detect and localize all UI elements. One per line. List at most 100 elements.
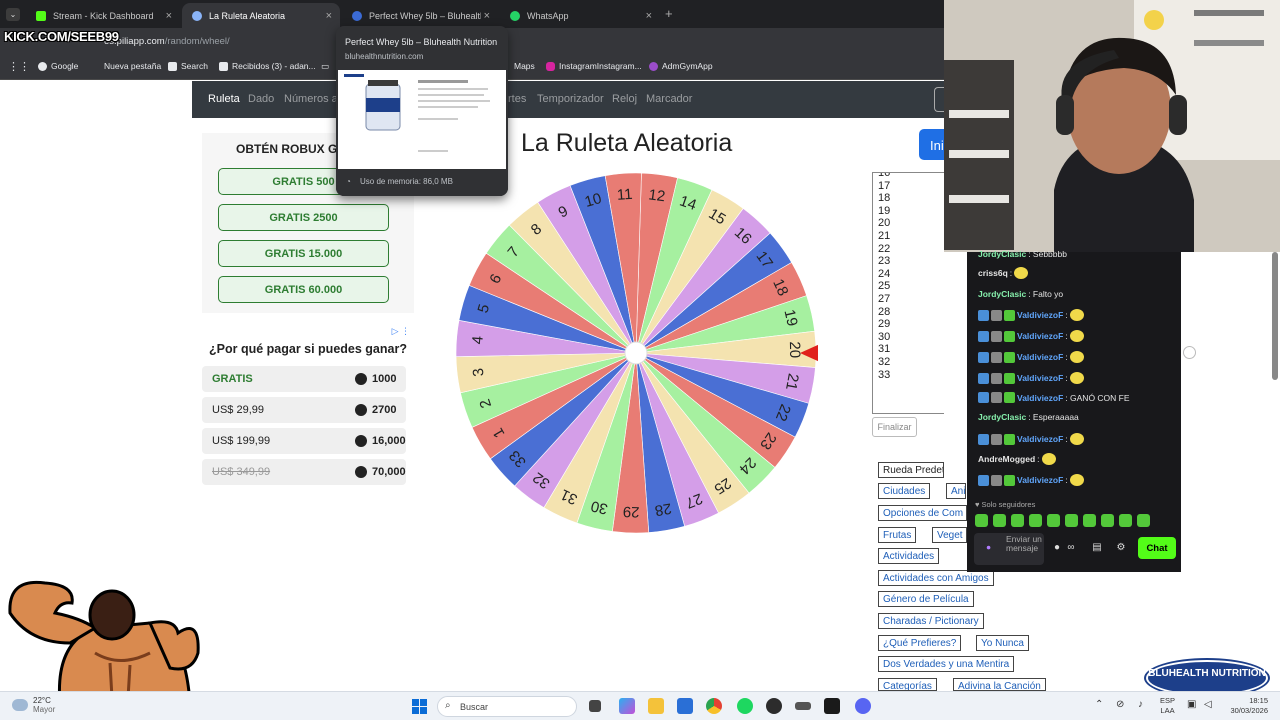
- tray-icon[interactable]: ⊘: [1116, 700, 1124, 710]
- emote-icon[interactable]: [1101, 514, 1114, 527]
- language-indicator[interactable]: ESP LAA: [1160, 696, 1175, 716]
- promo-button-15000[interactable]: GRATIS 15.000: [218, 240, 389, 267]
- microphone-icon[interactable]: ♪: [1138, 700, 1143, 710]
- chat-username[interactable]: ValdiviezoF: [1017, 331, 1063, 341]
- promo-button-60000[interactable]: GRATIS 60.000: [218, 276, 389, 303]
- random-wheel[interactable]: 12 14151617181920212223242527282930313233…: [454, 171, 818, 535]
- preset-adivina-cancion[interactable]: Adivina la Canción: [953, 678, 1046, 691]
- preset-que-prefieres[interactable]: ¿Qué Prefieres?: [878, 635, 962, 651]
- finalize-button[interactable]: Finalizar: [872, 417, 917, 437]
- emote-icon[interactable]: [1137, 514, 1150, 527]
- preset-frutas[interactable]: Frutas: [878, 527, 917, 543]
- bookmark-gmail[interactable]: Recibidos (3) - adan...: [219, 61, 316, 71]
- emote-icon[interactable]: [1029, 514, 1042, 527]
- scroll-indicator[interactable]: [1183, 346, 1196, 359]
- preset-heading[interactable]: Rueda Predetermi: [878, 462, 944, 478]
- chat-username[interactable]: ValdiviezoF: [1017, 310, 1063, 320]
- promo-button-2500[interactable]: GRATIS 2500: [218, 204, 389, 231]
- discord-icon[interactable]: [855, 698, 871, 714]
- chat-username[interactable]: JordyClasic: [978, 289, 1026, 299]
- start-button[interactable]: Inicio: [919, 129, 944, 160]
- emote-icon[interactable]: [975, 514, 988, 527]
- preset-genero-pelicula[interactable]: Género de Película: [878, 591, 974, 607]
- folder-icon[interactable]: ▭: [321, 61, 329, 72]
- tab-search-icon[interactable]: ⌄: [6, 8, 20, 21]
- ad-row[interactable]: US$ 199,99 16,000: [202, 428, 406, 454]
- close-icon[interactable]: ×: [646, 10, 652, 22]
- taskbar-search[interactable]: ⌕ Buscar: [437, 696, 577, 717]
- preset-actividades-amigos[interactable]: Actividades con Amigos: [878, 570, 994, 586]
- weather-widget[interactable]: 22°C Mayor: [33, 696, 55, 714]
- weather-icon[interactable]: [12, 699, 28, 711]
- copilot-icon[interactable]: [619, 698, 635, 714]
- bookmark-new-tab[interactable]: Nueva pestaña: [104, 61, 161, 71]
- bookmark-admgymapp[interactable]: AdmGymApp: [649, 61, 713, 71]
- microphone-icon[interactable]: ●: [986, 543, 991, 552]
- ad-row[interactable]: US$ 29,99 2700: [202, 397, 406, 423]
- chat-username[interactable]: ValdiviezoF: [1017, 475, 1063, 485]
- capcut-icon[interactable]: [824, 698, 840, 714]
- nav-toggle-button[interactable]: [934, 87, 944, 112]
- preset-actividades[interactable]: Actividades: [878, 548, 940, 564]
- tab-ruleta[interactable]: La Ruleta Aleatoria ×: [182, 3, 340, 28]
- preset-vegetales[interactable]: Veget: [932, 527, 967, 543]
- chat-username[interactable]: JordyClasic: [978, 412, 1026, 422]
- chat-send-button[interactable]: Chat: [1138, 537, 1176, 559]
- nav-dado[interactable]: Dado: [248, 93, 274, 105]
- tray-chevron-icon[interactable]: ⌃: [1095, 700, 1103, 710]
- bookmark-maps[interactable]: Maps: [514, 61, 535, 71]
- chat-input[interactable]: ● Enviar un mensaje: [974, 533, 1044, 565]
- chrome-icon[interactable]: [706, 698, 722, 714]
- chat-username[interactable]: criss6q: [978, 268, 1008, 278]
- chat-username[interactable]: ValdiviezoF: [1017, 352, 1063, 362]
- emote-icon[interactable]: [1011, 514, 1024, 527]
- infinity-icon[interactable]: ∞: [1065, 542, 1077, 554]
- bookmark-google[interactable]: Google: [38, 61, 78, 71]
- nav-temporizador[interactable]: Temporizador: [537, 93, 604, 105]
- nav-suertes[interactable]: rtes: [508, 93, 526, 105]
- emote-icon[interactable]: [1083, 514, 1096, 527]
- close-icon[interactable]: ×: [484, 10, 490, 22]
- page-scrollbar[interactable]: [1272, 252, 1278, 380]
- file-explorer-icon[interactable]: [648, 698, 664, 714]
- store-icon[interactable]: [677, 698, 693, 714]
- chat-username[interactable]: ValdiviezoF: [1017, 393, 1063, 403]
- obs-icon[interactable]: [766, 698, 782, 714]
- tab-whatsapp[interactable]: WhatsApp ×: [500, 3, 660, 28]
- ad-row[interactable]: GRATIS 1000: [202, 366, 406, 392]
- tab-perfect-whey[interactable]: Perfect Whey 5lb – Bluhealth N ×: [342, 3, 498, 28]
- spotify-icon[interactable]: [737, 698, 753, 714]
- chat-username[interactable]: ValdiviezoF: [1017, 373, 1063, 383]
- url-field[interactable]: es.piliapp.com/random/wheel/: [104, 36, 230, 47]
- close-icon[interactable]: ×: [326, 10, 332, 22]
- preset-dos-verdades[interactable]: Dos Verdades y una Mentira: [878, 656, 1015, 672]
- chat-username[interactable]: ValdiviezoF: [1017, 434, 1063, 444]
- users-icon[interactable]: ●: [1051, 542, 1063, 554]
- preset-charadas[interactable]: Charadas / Pictionary: [878, 613, 984, 629]
- new-tab-button[interactable]: +: [665, 6, 673, 21]
- apps-grid-icon[interactable]: ⋮⋮: [8, 60, 30, 73]
- preset-categorias[interactable]: Categorías: [878, 678, 937, 691]
- network-icon[interactable]: ▣: [1187, 700, 1196, 710]
- store-icon[interactable]: ▤: [1091, 542, 1103, 554]
- nav-reloj[interactable]: Reloj: [612, 93, 637, 105]
- preset-animales[interactable]: Ani: [946, 483, 966, 499]
- nav-ruleta[interactable]: Ruleta: [208, 93, 240, 105]
- ad-row[interactable]: US$ 349,99 70,000: [202, 459, 406, 485]
- chat-username[interactable]: JordyClasic: [978, 249, 1026, 259]
- tab-kick-dashboard[interactable]: Stream - Kick Dashboard ×: [26, 3, 180, 28]
- task-view-icon[interactable]: [589, 700, 601, 712]
- emote-icon[interactable]: [993, 514, 1006, 527]
- emote-icon[interactable]: [1047, 514, 1060, 527]
- entries-textarea[interactable]: 16 17 18 19 20 21 22 23 24 25 27 28 29 30 31 32 33: [872, 172, 944, 414]
- volume-icon[interactable]: ◁: [1204, 700, 1212, 710]
- nav-numeros[interactable]: Números a: [284, 93, 338, 105]
- clock[interactable]: 18:15 30/03/2026: [1226, 696, 1268, 716]
- gear-icon[interactable]: ⚙: [1115, 542, 1127, 554]
- emote-icon[interactable]: [1119, 514, 1132, 527]
- preset-ciudades[interactable]: Ciudades: [878, 483, 931, 499]
- nav-marcador[interactable]: Marcador: [646, 93, 692, 105]
- ad-choices-icon[interactable]: ▷ ⋮: [392, 326, 410, 337]
- bookmark-search[interactable]: Search: [168, 61, 208, 71]
- windows-start-icon[interactable]: [412, 699, 427, 714]
